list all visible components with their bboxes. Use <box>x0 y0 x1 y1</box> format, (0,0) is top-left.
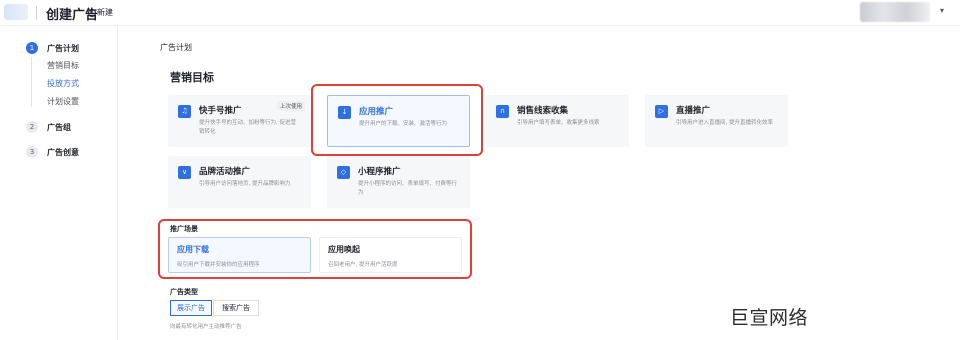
section-title: 广告计划 <box>160 43 192 52</box>
goal-card-desc: 引导用户填写表单、收集更多线索 <box>517 120 600 126</box>
goal-card-title: 销售线索收集 <box>517 106 569 116</box>
steps-sidebar: 1 广告计划 营销目标 投放方式 计划设置 2 广告组 3 广告创意 <box>0 26 118 340</box>
goal-card-leads[interactable]: ∩ 销售线索收集 引导用户填写表单、收集更多线索 <box>486 95 629 147</box>
watermark: 巨宣网络 <box>730 307 809 329</box>
goal-title: 营销目标 <box>170 71 214 84</box>
highlight-box-goal <box>311 84 483 156</box>
play-icon: ▷ <box>655 105 668 118</box>
ad-type-title: 广告类型 <box>170 288 198 296</box>
ad-type-desc: 向最有转化用户主动推荐广告 <box>170 324 242 330</box>
ad-type-display[interactable]: 展示广告 <box>170 300 212 316</box>
status-badge: C 新建 <box>88 7 113 18</box>
highlight-box-scene <box>158 219 472 279</box>
substep-delivery[interactable]: 投放方式 <box>47 78 79 89</box>
header-divider <box>36 6 37 20</box>
step-label: 广告计划 <box>47 43 79 53</box>
substep-line <box>31 57 32 107</box>
substep-goal[interactable]: 营销目标 <box>47 60 79 71</box>
goal-card-mini-program[interactable]: ◇ 小程序推广 提升小程序的访问、表单填写、付费等行为 <box>327 156 470 208</box>
step-number: 1 <box>26 42 38 54</box>
top-bar: 创建广告 C 新建 ▾ <box>0 0 960 26</box>
step-number: 3 <box>26 146 38 158</box>
ad-type-search[interactable]: 搜索广告 <box>213 300 259 316</box>
step-ad-group[interactable]: 2 广告组 <box>26 121 71 133</box>
goal-card-live[interactable]: ▷ 直播推广 引导用户进入直播间, 提升直播转化效率 <box>645 95 788 147</box>
form-icon: ∩ <box>496 105 509 118</box>
last-used-tag: 上次使用 <box>276 101 305 111</box>
brand-icon: ∨ <box>178 166 191 179</box>
step-creative[interactable]: 3 广告创意 <box>26 146 79 158</box>
caret-down-icon[interactable]: ▾ <box>940 6 944 15</box>
goal-card-desc: 提升快手号的互动、加粉等行为, 促进营销转化 <box>199 120 296 135</box>
goal-card-title: 小程序推广 <box>358 167 401 177</box>
goal-card-desc: 提升小程序的访问、表单填写、付费等行为 <box>358 181 458 196</box>
step-campaign[interactable]: 1 广告计划 <box>26 42 79 54</box>
goal-card-brand[interactable]: ∨ 品牌活动推广 引导用户访问落地页, 提升品牌影响力 <box>168 156 311 208</box>
step-number: 2 <box>26 121 38 133</box>
kuaishou-icon: ♫ <box>178 105 191 118</box>
goal-card-kuaishou[interactable]: ♫ 快手号推广 上次使用 提升快手号的互动、加粉等行为, 促进营销转化 <box>168 95 311 147</box>
goal-card-title: 品牌活动推广 <box>199 167 251 177</box>
mini-program-icon: ◇ <box>337 166 350 179</box>
step-label: 广告组 <box>47 122 71 132</box>
status-badge-label: 新建 <box>97 8 113 17</box>
goal-card-desc: 引导用户访问落地页, 提升品牌影响力 <box>199 181 291 187</box>
goal-card-title: 快手号推广 <box>199 106 242 116</box>
avatar[interactable] <box>860 2 930 22</box>
goal-card-desc: 引导用户进入直播间, 提升直播转化效率 <box>676 120 773 126</box>
substep-settings[interactable]: 计划设置 <box>47 96 79 107</box>
step-label: 广告创意 <box>47 147 79 157</box>
goal-card-title: 直播推广 <box>676 106 711 116</box>
circle-c-icon: C <box>88 8 96 17</box>
app-logo[interactable] <box>4 4 28 20</box>
